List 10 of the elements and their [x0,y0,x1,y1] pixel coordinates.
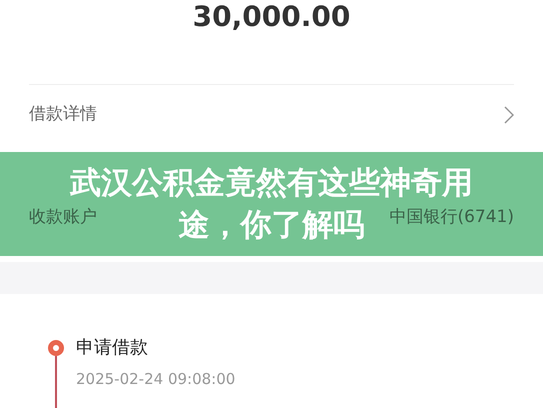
banner-title-line: 途，你了解吗 [178,206,364,245]
timeline-time: 2025-02-24 09:08:00 [76,369,236,390]
loan-amount: 30,000.00 [192,0,350,34]
row-value: 中国银行(6741) [389,206,514,230]
banner-title-line: 武汉公积金竟然有这些神奇用 [70,164,473,203]
row-label: 借款详情 [29,103,97,126]
row-label: 收款账户 [29,206,97,230]
chevron-right-icon[interactable] [504,106,514,124]
timeline-title: 申请借款 [76,336,149,360]
timeline-line [55,356,57,408]
